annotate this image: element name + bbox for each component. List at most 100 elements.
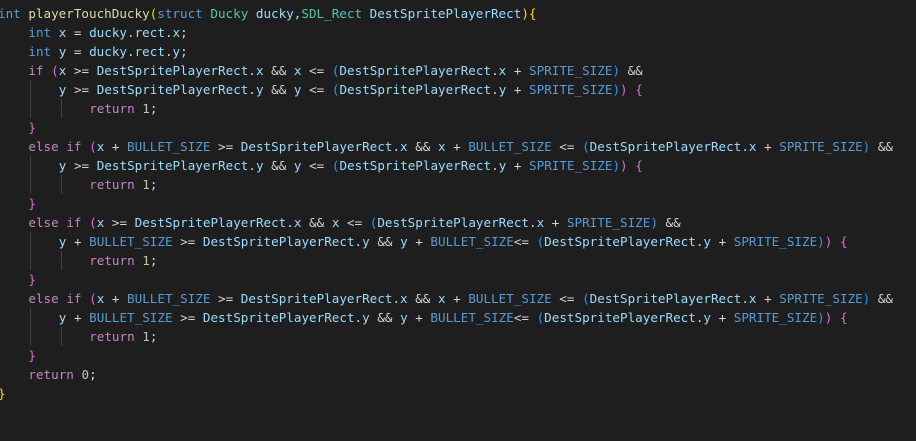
code-token: (: [89, 291, 97, 306]
code-token: {: [528, 6, 537, 21]
code-token: (: [582, 291, 590, 306]
code-line[interactable]: }: [0, 346, 916, 365]
code-token: 0: [81, 367, 90, 382]
code-line[interactable]: y >= DestSpritePlayerRect.y && y <= (Des…: [0, 80, 916, 99]
code-token: x: [255, 63, 264, 78]
code-token: y: [293, 158, 302, 173]
code-line[interactable]: return 1;: [0, 251, 916, 270]
code-token: int: [28, 25, 52, 40]
code-editor[interactable]: int playerTouchDucky(struct Ducky ducky,…: [0, 0, 916, 441]
code-line[interactable]: else if (x + BULLET_SIZE >= DestSpritePl…: [0, 137, 916, 156]
code-token: <=: [301, 82, 332, 97]
code-line-content: else if (x >= DestSpritePlayerRect.x && …: [0, 215, 681, 230]
code-line-content: y + BULLET_SIZE >= DestSpritePlayerRect.…: [0, 310, 848, 325]
code-token: +: [506, 63, 529, 78]
code-token: }: [28, 348, 36, 363]
code-line[interactable]: return 0;: [0, 365, 916, 384]
code-line-content: y >= DestSpritePlayerRect.y && y <= (Des…: [0, 158, 643, 173]
indent-guide: [30, 327, 32, 346]
code-line-content: }: [0, 120, 36, 135]
code-token: y: [400, 234, 408, 249]
code-line-content: }: [0, 348, 36, 363]
code-token: DestSpritePlayerRect: [589, 139, 742, 154]
code-token: DestSpritePlayerRect: [339, 82, 492, 97]
code-token: x: [400, 139, 408, 154]
code-area[interactable]: int playerTouchDucky(struct Ducky ducky,…: [0, 4, 916, 403]
code-token: ;: [89, 367, 97, 382]
code-token: ;: [149, 101, 158, 116]
code-token: DestSpritePlayerRect: [377, 215, 529, 230]
code-token: .: [248, 63, 256, 78]
code-token: +: [66, 310, 90, 325]
code-token: .: [354, 310, 363, 325]
code-token: &&: [263, 158, 294, 173]
code-token: &&: [870, 139, 893, 154]
code-token: &&: [301, 215, 332, 230]
code-token: <=: [513, 234, 537, 249]
code-token: SPRITE_SIZE: [529, 158, 613, 173]
code-token: .: [491, 158, 499, 173]
code-token: DestSpritePlayerRect: [369, 6, 522, 21]
code-token: BULLET_SIZE: [468, 291, 552, 306]
code-token: DestSpritePlayerRect: [544, 234, 696, 249]
code-token: >=: [172, 310, 203, 325]
code-line[interactable]: if (x >= DestSpritePlayerRect.x && x <= …: [0, 61, 916, 80]
code-token: x: [748, 139, 757, 154]
code-token: >=: [210, 291, 241, 306]
code-token: return: [89, 329, 135, 344]
code-token: playerTouchDucky: [28, 6, 150, 21]
code-line-content: int y = ducky.rect.y;: [0, 44, 187, 59]
code-token: >=: [66, 158, 97, 173]
indent-guide: [60, 327, 62, 346]
code-token: rect: [134, 25, 165, 40]
indent-guide: [30, 251, 32, 270]
code-token: .: [491, 63, 499, 78]
code-token: ): [650, 215, 658, 230]
code-token: &&: [369, 310, 401, 325]
code-token: &&: [263, 63, 294, 78]
code-line[interactable]: y + BULLET_SIZE >= DestSpritePlayerRect.…: [0, 232, 916, 251]
code-line[interactable]: int playerTouchDucky(struct Ducky ducky,…: [0, 4, 916, 23]
code-line[interactable]: }: [0, 118, 916, 137]
code-token: int: [28, 44, 52, 59]
code-line[interactable]: y + BULLET_SIZE >= DestSpritePlayerRect.…: [0, 308, 916, 327]
code-token: ): [620, 158, 628, 173]
code-line[interactable]: }: [0, 194, 916, 213]
code-token: }: [28, 120, 36, 135]
code-line[interactable]: y >= DestSpritePlayerRect.y && y <= (Des…: [0, 156, 916, 175]
code-line[interactable]: return 1;: [0, 99, 916, 118]
code-token: ): [612, 63, 620, 78]
code-token: ;: [149, 253, 158, 268]
code-line[interactable]: int x = ducky.rect.x;: [0, 23, 916, 42]
code-token: +: [506, 158, 530, 173]
code-line[interactable]: else if (x + BULLET_SIZE >= DestSpritePl…: [0, 289, 916, 308]
code-token: .: [248, 82, 256, 97]
code-line[interactable]: }: [0, 384, 916, 403]
code-token: ;: [149, 329, 158, 344]
code-line[interactable]: return 1;: [0, 175, 916, 194]
code-token: DestSpritePlayerRect: [202, 310, 355, 325]
code-token: +: [445, 291, 469, 306]
code-token: <=: [301, 63, 332, 78]
code-token: .: [286, 215, 294, 230]
code-token: .: [529, 215, 537, 230]
code-line-content: if (x >= DestSpritePlayerRect.x && x <= …: [0, 63, 642, 78]
code-token: ): [612, 82, 621, 97]
code-token: ;: [180, 25, 188, 40]
code-token: &&: [657, 215, 681, 230]
code-token: DestSpritePlayerRect: [339, 63, 492, 78]
code-line[interactable]: }: [0, 270, 916, 289]
code-token: struct: [157, 6, 203, 21]
code-token: y: [255, 158, 264, 173]
code-token: SDL_Rect: [301, 6, 363, 21]
code-line[interactable]: int y = ducky.rect.y;: [0, 42, 916, 61]
code-line-content: return 0;: [0, 367, 97, 382]
code-token: &&: [407, 139, 438, 154]
code-line[interactable]: else if (x >= DestSpritePlayerRect.x && …: [0, 213, 916, 232]
code-token: DestSpritePlayerRect: [202, 234, 355, 249]
code-token: ): [817, 234, 825, 249]
code-token: SPRITE_SIZE: [779, 139, 863, 154]
code-line[interactable]: return 1;: [0, 327, 916, 346]
